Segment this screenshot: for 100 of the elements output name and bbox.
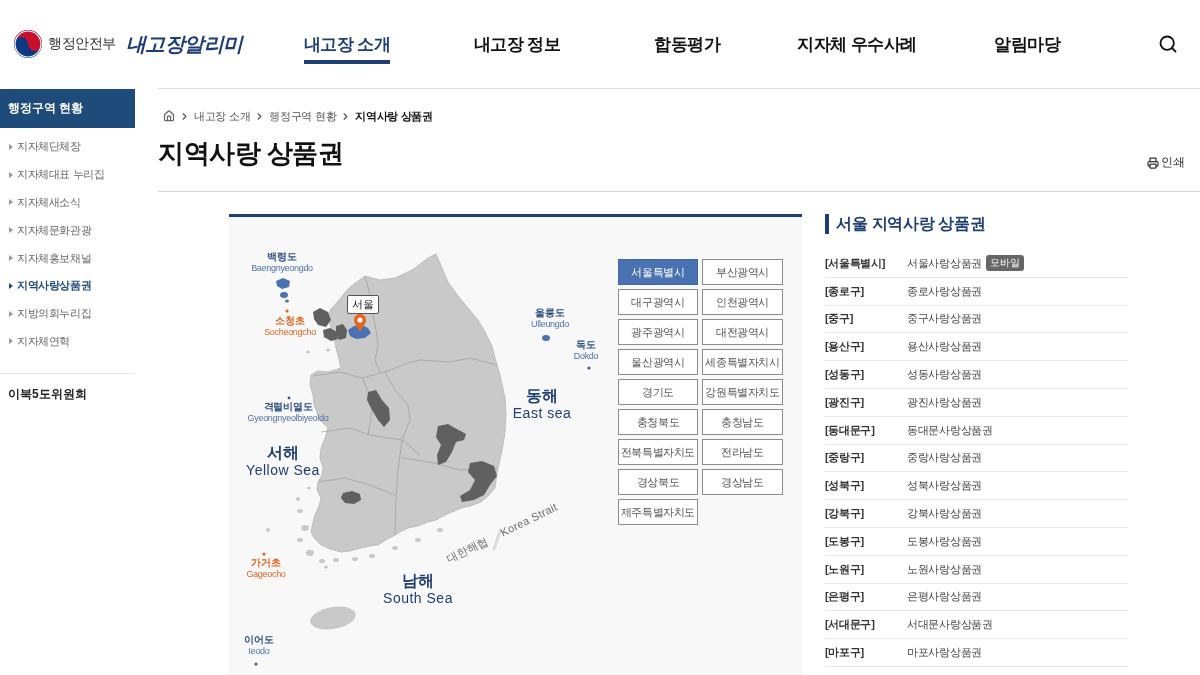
bullet-icon [9, 255, 13, 262]
printer-icon [1147, 156, 1159, 169]
voucher-name: 중랑사랑상품권 [907, 450, 982, 466]
voucher-name: 동대문사랑상품권 [907, 422, 993, 438]
island-name-english: Gyeongnyeolbiyeoldo [247, 412, 329, 424]
region-button[interactable]: 서울특별시 [618, 259, 698, 285]
voucher-name: 성동사랑상품권 [907, 367, 982, 383]
voucher-name: 마포사랑상품권 [907, 645, 982, 661]
island-name-english: Ieodo [247, 645, 271, 657]
district-label: [용산구] [825, 339, 865, 355]
reef-name-english: Socheongcho [264, 326, 316, 338]
voucher-name: 중구사랑상품권 [907, 311, 982, 327]
island-name-english: Ulleungdo [531, 318, 569, 330]
region-button[interactable]: 대전광역시 [702, 319, 783, 345]
region-button[interactable]: 광주광역시 [618, 319, 698, 345]
district-label: [은평구] [825, 589, 865, 605]
region-button[interactable]: 경기도 [618, 379, 698, 405]
island-name: 격렬비열도 [262, 402, 314, 413]
region-button[interactable]: 대구광역시 [618, 289, 698, 315]
district-label: [성동구] [825, 367, 865, 383]
region-button[interactable]: 강원특별자치도 [702, 379, 783, 405]
district-label: [노원구] [825, 561, 865, 577]
region-button[interactable]: 울산광역시 [618, 349, 698, 375]
home-icon [163, 110, 175, 122]
ministry-name: 행정안전부 [48, 35, 116, 53]
island-name: 백령도 [266, 252, 298, 263]
sidebar-link[interactable]: 지자체단체장 [0, 133, 81, 161]
district-label: [마포구] [825, 645, 865, 661]
bullet-icon [9, 338, 13, 345]
voucher-name: 광진사랑상품권 [907, 394, 982, 410]
sidebar-link[interactable]: 이북5도위원회 [8, 386, 87, 404]
breadcrumb-link[interactable]: 지역사랑 상품권 [355, 108, 433, 124]
sea-name: 동해 [525, 387, 559, 406]
nav-tab[interactable]: 내고장 정보 [473, 24, 561, 64]
voucher-name: 성북사랑상품권 [907, 478, 982, 494]
sidebar-link[interactable]: 지자체연혁 [0, 327, 70, 356]
voucher-name: 도봉사랑상품권 [907, 533, 982, 549]
breadcrumb-link[interactable]: 행정구역 현황 [269, 108, 337, 124]
region-button[interactable]: 전북특별자치도 [618, 439, 698, 465]
page-title: 지역사랑 상품권 [158, 137, 344, 169]
district-label: [종로구] [825, 283, 865, 299]
print-button[interactable]: 인쇄 [1147, 154, 1185, 171]
region-button[interactable]: 전라남도 [702, 439, 783, 465]
reef-name: 가거초 [250, 558, 282, 569]
emblem-icon [14, 30, 42, 58]
district-label: [중구] [825, 311, 855, 327]
region-button[interactable]: 충청남도 [702, 409, 783, 435]
voucher-name: 노원사랑상품권 [907, 561, 982, 577]
sea-name: 서해 [266, 444, 300, 463]
region-button[interactable]: 부산광역시 [702, 259, 783, 285]
bullet-icon [9, 143, 13, 150]
bullet-icon [9, 310, 13, 317]
island-name: 이어도 [244, 635, 274, 646]
nav-tab[interactable]: 알림마당 [994, 24, 1060, 64]
region-button[interactable]: 제주특별자치도 [618, 499, 698, 525]
reef-name-english: Gageocho [246, 568, 286, 580]
sidebar-link[interactable]: 지자체홍보채널 [0, 244, 92, 272]
voucher-name: 은평사랑상품권 [907, 589, 982, 605]
district-label: [성북구] [825, 478, 865, 494]
island-name-english: Dokdo [573, 350, 599, 362]
bullet-icon [9, 171, 13, 178]
region-button[interactable]: 세종특별자치시 [702, 349, 783, 375]
island-name: 독도 [575, 340, 597, 351]
breadcrumb-link[interactable]: 내고장 소개 [194, 108, 251, 124]
voucher-name: 종로사랑상품권 [907, 283, 982, 299]
search-button[interactable] [1158, 34, 1178, 54]
voucher-name: 서대문사랑상품권 [907, 617, 993, 633]
sidebar-link[interactable]: 지방의회누리집 [0, 299, 92, 328]
bullet-icon [9, 199, 13, 206]
reef-name: 소청초 [274, 316, 306, 327]
district-label: [도봉구] [825, 533, 865, 549]
sea-name: 남해 [401, 572, 435, 591]
island-name: 울릉도 [534, 308, 566, 319]
city-callout: 서울 [347, 295, 379, 314]
region-button[interactable]: 경상북도 [618, 469, 698, 495]
sidebar-title: 행정구역 현황 [0, 89, 135, 128]
sidebar-link[interactable]: 지자체새소식 [0, 188, 81, 217]
district-label: [동대문구] [825, 422, 876, 438]
nav-tab[interactable]: 내고장 소개 [303, 24, 391, 64]
sea-name-english: East sea [512, 405, 572, 422]
nav-tab[interactable]: 지자체 우수사례 [797, 24, 917, 64]
sea-name-english: South Sea [383, 590, 453, 607]
sea-name-english: Yellow Sea [246, 462, 320, 479]
district-label: [서울특별시] [825, 255, 887, 271]
voucher-name: 용산사랑상품권 [907, 339, 982, 355]
sidebar-link[interactable]: 지자체문화관광 [0, 216, 92, 245]
site-logo[interactable]: 내고장알리미 [125, 30, 243, 58]
home-link[interactable] [163, 110, 175, 122]
sidebar-link[interactable]: 지역사랑상품권 [0, 272, 92, 300]
island-name-english: Baengnyeongdo [251, 262, 313, 274]
voucher-name: 서울사랑상품권 [907, 255, 982, 271]
region-button[interactable]: 인천광역시 [702, 289, 783, 315]
voucher-name: 강북사랑상품권 [907, 506, 982, 522]
voucher-badge: 모바일 [985, 255, 1024, 272]
nav-tab[interactable]: 합동평가 [654, 24, 720, 64]
bullet-icon [9, 227, 13, 234]
sidebar-link[interactable]: 지자체대표 누리집 [0, 160, 105, 189]
region-button[interactable]: 경상남도 [702, 469, 783, 495]
region-button[interactable]: 충청북도 [618, 409, 698, 435]
bullet-icon [9, 282, 13, 289]
